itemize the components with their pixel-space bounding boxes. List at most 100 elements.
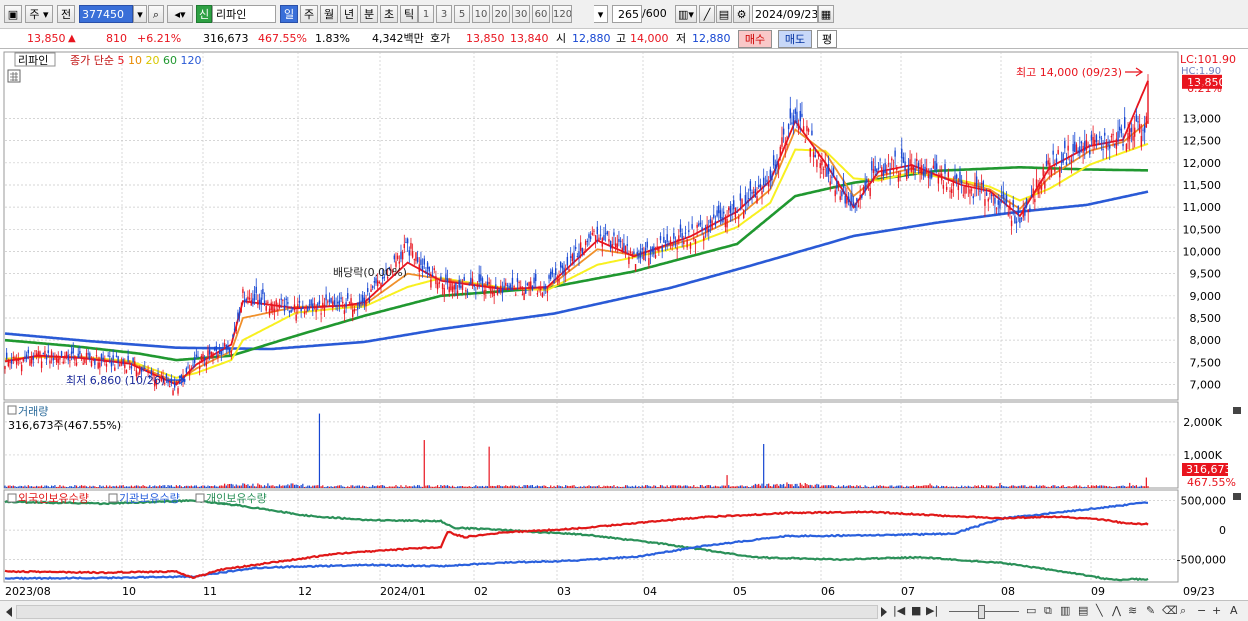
candle-body xyxy=(288,310,291,313)
volume-bar xyxy=(74,485,76,488)
candle-body xyxy=(894,150,896,157)
stock-chart[interactable]: 7,000 7,500 8,000 8,500 9,000 9,500 10,000 10,5… xyxy=(0,50,1248,600)
zoom-in-icon[interactable]: + xyxy=(1212,604,1221,618)
candle-body xyxy=(563,267,565,275)
candle-body xyxy=(175,382,178,385)
period-tab-3[interactable]: 년 xyxy=(340,5,358,23)
volume-bar xyxy=(426,485,429,488)
chart-copy-icon[interactable]: ▥ xyxy=(1060,604,1070,618)
volume-bar xyxy=(496,485,499,488)
candle-body xyxy=(1102,149,1104,151)
candle-body xyxy=(400,251,402,260)
calendar-icon[interactable]: ▦ xyxy=(818,5,834,23)
candle-body xyxy=(964,186,966,194)
volume-bar xyxy=(9,485,11,488)
prev-button[interactable]: 전 xyxy=(57,5,75,23)
scroll-left-icon[interactable] xyxy=(6,607,12,617)
interval-button-30[interactable]: 30 xyxy=(512,5,530,23)
candle-body xyxy=(42,353,44,355)
candle-body xyxy=(852,201,855,206)
line-tool-icon[interactable]: ╲ xyxy=(1096,604,1103,618)
candle-body xyxy=(974,182,976,186)
interval-button-3[interactable]: 3 xyxy=(436,5,452,23)
interval-button-60[interactable]: 60 xyxy=(532,5,550,23)
pen-icon[interactable]: ✎ xyxy=(1146,604,1155,618)
candle-body xyxy=(493,291,495,297)
interval-button-120[interactable]: 120 xyxy=(552,5,572,23)
volume-bar xyxy=(966,486,968,488)
overlay-icon[interactable]: ⧉ xyxy=(1044,604,1052,618)
volume-bar xyxy=(634,485,637,488)
chart-settings-icon[interactable]: ▥▾ xyxy=(675,5,697,23)
save-icon[interactable]: ▤ xyxy=(716,5,732,23)
candle-body xyxy=(320,313,322,315)
horizontal-scrollbar[interactable] xyxy=(16,605,878,619)
search-icon[interactable]: ⌕ xyxy=(148,5,164,23)
date-input[interactable]: 2024/09/23 xyxy=(752,5,818,23)
interval-button-20[interactable]: 20 xyxy=(492,5,510,23)
code-dropdown-icon[interactable]: ▾ xyxy=(133,5,147,23)
x-tick-label: 2023/08 xyxy=(5,585,51,598)
zoom-slider-thumb[interactable] xyxy=(978,605,985,619)
period-tab-6[interactable]: 틱 xyxy=(400,5,418,23)
holding-close-icon[interactable] xyxy=(1233,493,1241,500)
volume-bar xyxy=(510,485,512,488)
scroll-right-icon[interactable] xyxy=(881,607,887,617)
volume-bar xyxy=(194,485,196,488)
chart-type-icon[interactable]: ▣ xyxy=(4,5,22,23)
candle-body xyxy=(451,286,454,292)
eval-button[interactable]: 평 xyxy=(817,30,837,48)
candle-count-input[interactable]: 265 xyxy=(612,5,642,23)
volume-collapse-icon[interactable] xyxy=(7,405,17,415)
volume-bar xyxy=(430,486,432,488)
candle-body xyxy=(990,194,993,196)
text-tool-icon[interactable]: A xyxy=(1230,604,1238,618)
sell-button[interactable]: 매도 xyxy=(778,30,812,48)
interval-button-10[interactable]: 10 xyxy=(472,5,490,23)
period-tab-4[interactable]: 분 xyxy=(360,5,378,23)
period-tab-5[interactable]: 초 xyxy=(380,5,398,23)
candle-body xyxy=(418,264,420,272)
draw-tools-icon[interactable]: ╱ xyxy=(699,5,715,23)
trend-tool-icon[interactable]: ⋀ xyxy=(1112,604,1121,618)
stop-icon[interactable]: ■ xyxy=(911,604,921,618)
candle-body xyxy=(260,297,262,305)
zoom-icon[interactable]: ⌕ xyxy=(1180,604,1186,618)
period-tab-1[interactable]: 주 xyxy=(300,5,318,23)
last-page-icon[interactable]: ▶| xyxy=(926,604,938,618)
gear-icon[interactable]: ⚙ xyxy=(733,5,750,23)
volume-close-icon[interactable] xyxy=(1233,407,1241,414)
stock-name-field[interactable]: 리파인 xyxy=(212,5,276,23)
volume-bar xyxy=(1032,486,1034,488)
eraser-icon[interactable]: ⌫ xyxy=(1162,604,1178,618)
candle-body xyxy=(829,181,831,186)
interval-button-1[interactable]: 1 xyxy=(418,5,434,23)
stock-code-input[interactable]: 377450 xyxy=(79,5,133,23)
interval-button-5[interactable]: 5 xyxy=(454,5,470,23)
candle-body xyxy=(340,297,342,300)
volume-bar xyxy=(546,487,548,488)
volume-bar xyxy=(310,486,312,488)
period-tab-0[interactable]: 일 xyxy=(280,5,298,23)
period-tab-2[interactable]: 월 xyxy=(320,5,338,23)
buy-button[interactable]: 매수 xyxy=(738,30,772,48)
volume-bar xyxy=(636,486,638,488)
zoom-out-icon[interactable]: − xyxy=(1197,604,1206,618)
volume-bar xyxy=(350,485,352,488)
interval-dropdown-icon[interactable]: ▾ xyxy=(594,5,608,23)
candle-body xyxy=(461,285,464,291)
low-label: 저 xyxy=(676,32,687,45)
first-page-icon[interactable]: |◀ xyxy=(893,604,905,618)
fib-tool-icon[interactable]: ≋ xyxy=(1128,604,1137,618)
holding-collapse-icon[interactable] xyxy=(7,493,17,503)
volume-bar xyxy=(229,483,231,488)
print-icon[interactable]: ▤ xyxy=(1078,604,1088,618)
layout-icon[interactable]: ▭ xyxy=(1026,604,1036,618)
volume-bar xyxy=(1114,487,1116,488)
speaker-icon[interactable]: ◂▾ xyxy=(167,5,193,23)
low-annotation: 최저 6,860 (10/26) xyxy=(66,374,165,387)
volume-bar xyxy=(443,485,445,488)
chart-type-select[interactable]: 주 ▾ xyxy=(25,5,53,23)
volume-bar xyxy=(498,485,500,488)
candle-body xyxy=(508,285,510,289)
